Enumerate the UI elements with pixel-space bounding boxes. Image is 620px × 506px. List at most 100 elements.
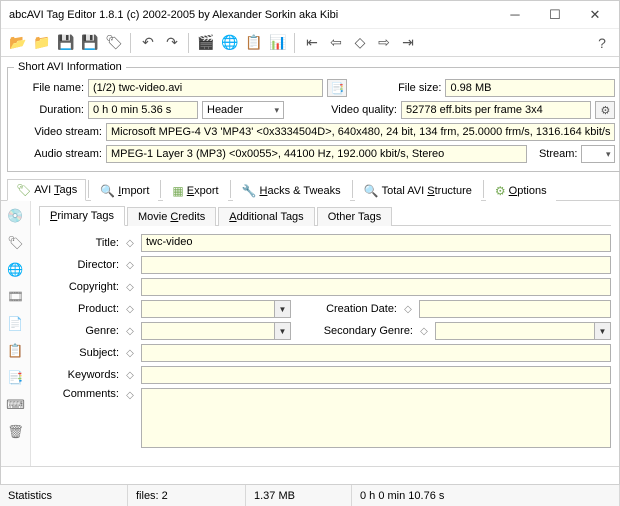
diamond-icon[interactable]: ◇ <box>123 280 137 294</box>
title-label: Title: <box>39 237 119 249</box>
side-paste-icon[interactable]: 📑 <box>5 367 27 389</box>
status-size: 1.37 MB <box>246 485 352 506</box>
browse-file-icon[interactable]: 📑 <box>327 79 347 97</box>
side-doc-icon[interactable]: 📄 <box>5 313 27 335</box>
chevron-down-icon: ▾ <box>606 147 611 162</box>
videostream-field: Microsoft MPEG-4 V3 'MP43' <0x3334504D>,… <box>106 123 615 141</box>
subtab-additional[interactable]: Additional Tags <box>218 207 314 226</box>
tab-avi-tags[interactable]: 🏷 AVI Tags <box>7 179 86 201</box>
magnifier-icon: 🔍 <box>100 184 115 198</box>
side-code-icon[interactable]: ⌨ <box>5 394 27 416</box>
filename-field[interactable]: (1/2) twc-video.avi <box>88 79 323 97</box>
tab-hacks[interactable]: 🔧 Hacks & Tweaks <box>233 180 350 201</box>
nav-updown-icon[interactable]: ◇ <box>349 32 371 54</box>
stats-icon[interactable]: 📊 <box>267 32 289 54</box>
tab-import[interactable]: 🔍 Import <box>91 180 158 201</box>
subtab-credits[interactable]: Movie Credits <box>127 207 216 226</box>
genre-combo[interactable]: ▼ <box>141 322 291 340</box>
tab-structure[interactable]: 🔍 Total AVI Structure <box>355 180 481 201</box>
secgenre-label: Secondary Genre: <box>307 325 413 337</box>
main-panel: Primary Tags Movie Credits Additional Ta… <box>31 201 619 466</box>
maximize-button[interactable]: ☐ <box>535 4 575 26</box>
tab-export[interactable]: ▦ Export <box>163 180 227 201</box>
side-film-icon[interactable]: 🎞 <box>5 286 27 308</box>
product-label: Product: <box>39 303 119 315</box>
filesize-field: 0.98 MB <box>445 79 615 97</box>
keywords-input[interactable] <box>141 366 611 384</box>
help-icon[interactable]: ? <box>591 32 613 54</box>
save-all-icon[interactable]: 💾 <box>79 32 101 54</box>
title-input[interactable]: twc-video <box>141 234 611 252</box>
undo-icon[interactable]: ↶ <box>137 32 159 54</box>
filename-label: File name: <box>14 82 84 94</box>
director-input[interactable] <box>141 256 611 274</box>
side-tag-icon[interactable]: 🏷 <box>5 232 27 254</box>
save-icon[interactable]: 💾 <box>55 32 77 54</box>
videoquality-field: 52778 eff.bits per frame 3x4 <box>401 101 591 119</box>
nav-prev-icon[interactable]: ⇦ <box>325 32 347 54</box>
diamond-icon[interactable]: ◇ <box>123 236 137 250</box>
director-label: Director: <box>39 259 119 271</box>
side-copy-icon[interactable]: 📋 <box>5 340 27 362</box>
videoquality-label: Video quality: <box>312 104 397 116</box>
diamond-icon[interactable]: ◇ <box>123 258 137 272</box>
header-select[interactable]: Header ▾ <box>202 101 284 119</box>
diamond-icon[interactable]: ◇ <box>123 302 137 316</box>
subtab-primary[interactable]: Primary Tags <box>39 206 125 226</box>
genre-label: Genre: <box>39 325 119 337</box>
side-globe-icon[interactable]: 🌐 <box>5 259 27 281</box>
sidebar: 💿 🏷 🌐 🎞 📄 📋 📑 ⌨ 🗑 <box>1 201 31 466</box>
comments-input[interactable] <box>141 388 611 448</box>
duration-field: 0 h 0 min 5.36 s <box>88 101 198 119</box>
side-disc-icon[interactable]: 💿 <box>5 205 27 227</box>
sub-tabs: Primary Tags Movie Credits Additional Ta… <box>39 205 611 226</box>
subject-input[interactable] <box>141 344 611 362</box>
video-icon[interactable]: 🎬 <box>195 32 217 54</box>
open-file-icon[interactable]: 📂 <box>7 32 29 54</box>
secgenre-combo[interactable]: ▼ <box>435 322 611 340</box>
copyright-input[interactable] <box>141 278 611 296</box>
diamond-icon[interactable]: ◇ <box>417 324 431 338</box>
toolbar-separator <box>130 33 132 53</box>
short-info-legend: Short AVI Information <box>14 61 126 73</box>
redo-icon[interactable]: ↷ <box>161 32 183 54</box>
tab-options[interactable]: ⚙ Options <box>486 180 556 201</box>
diamond-icon[interactable]: ◇ <box>123 324 137 338</box>
diamond-icon[interactable]: ◇ <box>123 346 137 360</box>
subtab-other[interactable]: Other Tags <box>317 207 393 226</box>
audiostream-label: Audio stream: <box>14 148 102 160</box>
nav-next-icon[interactable]: ⇨ <box>373 32 395 54</box>
nav-first-icon[interactable]: ⇤ <box>301 32 323 54</box>
product-combo[interactable]: ▼ <box>141 300 291 318</box>
find-icon: 🔍 <box>364 184 379 198</box>
stream-label: Stream: <box>531 148 577 160</box>
main-toolbar: 📂 📁 💾 💾 🏷 ↶ ↷ 🎬 🌐 📋 📊 ⇤ ⇦ ◇ ⇨ ⇥ ? <box>1 29 619 57</box>
short-avi-info: Short AVI Information File name: (1/2) t… <box>7 61 620 172</box>
minimize-button[interactable]: ─ <box>495 4 535 26</box>
chevron-down-icon: ▼ <box>274 301 290 317</box>
diamond-icon[interactable]: ◇ <box>401 302 415 316</box>
header-select-value: Header <box>207 103 243 118</box>
close-button[interactable]: ✕ <box>575 4 615 26</box>
chevron-down-icon: ▾ <box>274 103 279 118</box>
globe-icon[interactable]: 🌐 <box>219 32 241 54</box>
creation-input[interactable] <box>419 300 611 318</box>
stream-select[interactable]: ▾ <box>581 145 615 163</box>
duration-label: Duration: <box>14 104 84 116</box>
open-folder-icon[interactable]: 📁 <box>31 32 53 54</box>
diamond-icon[interactable]: ◇ <box>123 388 137 402</box>
chevron-down-icon: ▼ <box>274 323 290 339</box>
tab-separator <box>352 180 353 198</box>
keywords-label: Keywords: <box>39 369 119 381</box>
nav-last-icon[interactable]: ⇥ <box>397 32 419 54</box>
grid-icon: ▦ <box>172 184 183 198</box>
toolbar-separator <box>294 33 296 53</box>
wrench-icon: 🔧 <box>242 184 257 198</box>
quality-settings-icon[interactable]: ⚙ <box>595 101 615 119</box>
subject-label: Subject: <box>39 347 119 359</box>
status-duration: 0 h 0 min 10.76 s <box>352 485 620 506</box>
tags-icon[interactable]: 🏷 <box>103 32 125 54</box>
side-clear-icon[interactable]: 🗑 <box>5 421 27 443</box>
copy-icon[interactable]: 📋 <box>243 32 265 54</box>
diamond-icon[interactable]: ◇ <box>123 368 137 382</box>
